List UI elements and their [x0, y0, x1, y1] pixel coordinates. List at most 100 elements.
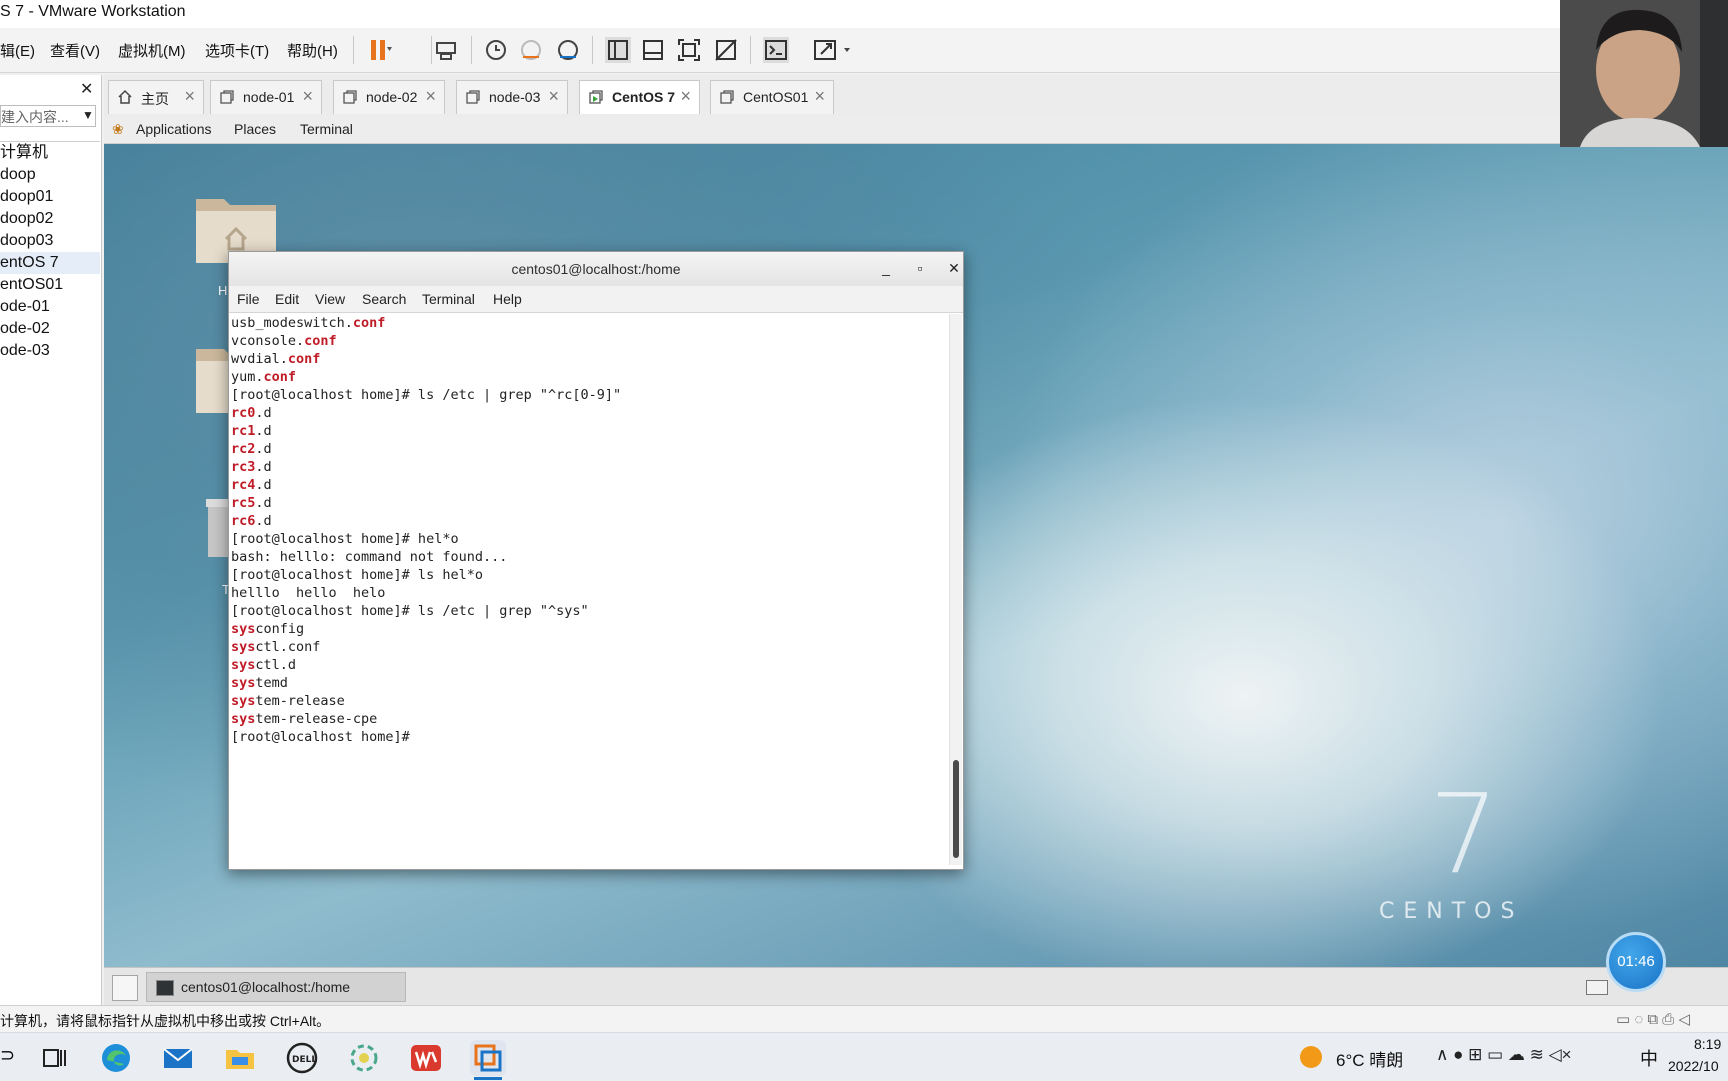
pinwheel-icon[interactable] [346, 1040, 382, 1076]
vm-icon [343, 90, 357, 104]
library-panel: ✕ 建入内容... ▼ 计算机 doop doop01 doop02 doop0… [0, 75, 102, 1005]
unity-icon[interactable] [713, 37, 739, 63]
weather-sun-icon[interactable] [1300, 1046, 1322, 1068]
library-item-centos01[interactable]: entOS01 [0, 274, 100, 296]
close-icon[interactable]: × [680, 86, 691, 107]
library-item-node-02[interactable]: ode-02 [0, 318, 100, 340]
grep-match-text: sys [231, 693, 256, 709]
terminal-output[interactable]: usb_modeswitch.conf vconsole.conf wvdial.c… [231, 314, 947, 865]
terminal-line: bash: helllo: command not found... [231, 548, 947, 566]
close-icon[interactable]: × [302, 86, 313, 107]
tab-node-01[interactable]: node-01 × [210, 80, 322, 114]
mail-icon[interactable] [160, 1040, 196, 1076]
terminal-line: [root@localhost home]# ls hel*o [231, 566, 947, 584]
guest-taskbar-item[interactable]: centos01@localhost:/home [146, 972, 406, 1002]
menu-vm[interactable]: 虚拟机(M) [118, 40, 186, 61]
tab-home[interactable]: 主页 × [108, 80, 204, 114]
menu-terminal[interactable]: Terminal [300, 121, 353, 137]
thumbnail-bar-icon[interactable] [640, 37, 666, 63]
file-explorer-icon[interactable] [222, 1040, 258, 1076]
task-view-icon[interactable] [36, 1040, 72, 1076]
chevron-down-icon[interactable]: ▼ [82, 108, 94, 122]
grep-match-text: rc5 [231, 495, 256, 511]
close-icon[interactable]: × [184, 86, 195, 107]
library-item-node-03[interactable]: ode-03 [0, 340, 100, 362]
status-bar: 计算机，请将鼠标指针从虚拟机中移出或按 Ctrl+Alt。 ▭ ◌ ⧉ ⎙ ◁ [0, 1005, 1728, 1033]
menu-edit[interactable]: 辑(E) [0, 40, 35, 61]
library-item-computer[interactable]: 计算机 [0, 142, 100, 164]
close-icon[interactable]: ✕ [80, 79, 93, 99]
tab-centos01[interactable]: CentOS01 × [710, 80, 834, 114]
desktop-label: H [218, 283, 228, 298]
gnome-top-bar: ❀ Applications Places Terminal [104, 117, 1728, 144]
menu-tabs[interactable]: 选项卡(T) [205, 40, 269, 61]
terminal-text: temd [255, 675, 288, 691]
scrollbar-thumb[interactable] [953, 760, 959, 858]
terminal-text: .d [255, 495, 272, 511]
snapshot-manager-icon[interactable] [555, 37, 581, 63]
vmware-icon[interactable] [470, 1040, 506, 1076]
library-item-hadoop03[interactable]: doop03 [0, 230, 100, 252]
dell-icon[interactable]: DELL [284, 1040, 320, 1076]
workspace-switcher[interactable] [1586, 980, 1608, 995]
library-item-centos7[interactable]: entOS 7 [0, 252, 100, 274]
library-item-hadoop[interactable]: doop [0, 164, 100, 186]
menu-view[interactable]: 查看(V) [50, 40, 100, 61]
close-icon[interactable]: × [814, 86, 825, 107]
menu-applications[interactable]: Applications [136, 121, 212, 137]
close-icon[interactable]: ✕ [944, 258, 964, 278]
maximize-icon[interactable]: ▫ [910, 258, 930, 278]
revert-snapshot-icon[interactable] [518, 37, 544, 63]
stretch-guest-icon[interactable] [812, 37, 858, 63]
wps-icon[interactable] [408, 1040, 444, 1076]
terminal-menu-search[interactable]: Search [362, 291, 406, 307]
full-screen-icon[interactable] [676, 37, 702, 63]
terminal-title-bar[interactable]: centos01@localhost:/home _ ▫ ✕ [229, 252, 963, 287]
terminal-menu-file[interactable]: File [237, 291, 260, 307]
terminal-menu-terminal[interactable]: Terminal [422, 291, 475, 307]
tab-node-03[interactable]: node-03 × [456, 80, 568, 114]
send-ctrl-alt-del-icon[interactable] [433, 37, 459, 63]
device-status-icons[interactable]: ▭ ◌ ⧉ ⎙ ◁ [1616, 1010, 1690, 1028]
system-tray-icons[interactable]: ∧ ● ⊞ ▭ ☁ ≋ ◁× [1436, 1045, 1572, 1065]
menu-toolbar: 辑(E) 查看(V) 虚拟机(M) 选项卡(T) 帮助(H) [0, 28, 1728, 73]
library-item-node-01[interactable]: ode-01 [0, 296, 100, 318]
guest-display[interactable]: ❀ Applications Places Terminal H T cento… [104, 117, 1728, 967]
menu-places[interactable]: Places [234, 121, 276, 137]
clock-time[interactable]: 8:19 [1694, 1036, 1721, 1052]
terminal-line: [root@localhost home]# [231, 728, 947, 746]
terminal-text: .d [255, 405, 272, 421]
guest-taskbar: centos01@localhost:/home [104, 967, 1728, 1006]
snapshot-icon[interactable] [483, 37, 509, 63]
ime-indicator[interactable]: 中 [1640, 1045, 1658, 1071]
toolbar-divider [592, 36, 593, 64]
weather-text[interactable]: 6°C 晴朗 [1336, 1046, 1403, 1071]
window-title: S 7 - VMware Workstation [0, 3, 186, 20]
library-view-icon[interactable] [605, 37, 631, 63]
terminal-line: [root@localhost home]# ls /etc | grep "^… [231, 386, 947, 404]
menu-help[interactable]: 帮助(H) [287, 40, 338, 61]
terminal-line: system-release-cpe [231, 710, 947, 728]
clock-date[interactable]: 2022/10 [1668, 1058, 1719, 1074]
pause-icon[interactable] [367, 37, 393, 63]
library-item-hadoop01[interactable]: doop01 [0, 186, 100, 208]
minimize-icon[interactable]: _ [876, 258, 896, 278]
webcam-overlay [1560, 0, 1728, 147]
close-icon[interactable]: × [548, 86, 559, 107]
terminal-text: .d [255, 459, 272, 475]
console-view-icon[interactable] [763, 37, 789, 63]
tab-centos7[interactable]: CentOS 7 × [579, 80, 700, 114]
recording-timer[interactable]: 01:46 [1606, 932, 1666, 992]
tab-node-02[interactable]: node-02 × [333, 80, 445, 114]
terminal-line: sysconfig [231, 620, 947, 638]
terminal-scrollbar[interactable] [949, 314, 962, 865]
edge-icon[interactable] [98, 1040, 134, 1076]
terminal-menu-edit[interactable]: Edit [275, 291, 299, 307]
close-icon[interactable]: × [425, 86, 436, 107]
library-item-hadoop02[interactable]: doop02 [0, 208, 100, 230]
terminal-window[interactable]: centos01@localhost:/home _ ▫ ✕ File Edit… [228, 251, 964, 870]
terminal-menu-view[interactable]: View [315, 291, 345, 307]
centos-wordmark: CENTOS [1379, 899, 1524, 924]
terminal-menu-help[interactable]: Help [493, 291, 522, 307]
show-desktop-button[interactable] [112, 975, 138, 1001]
